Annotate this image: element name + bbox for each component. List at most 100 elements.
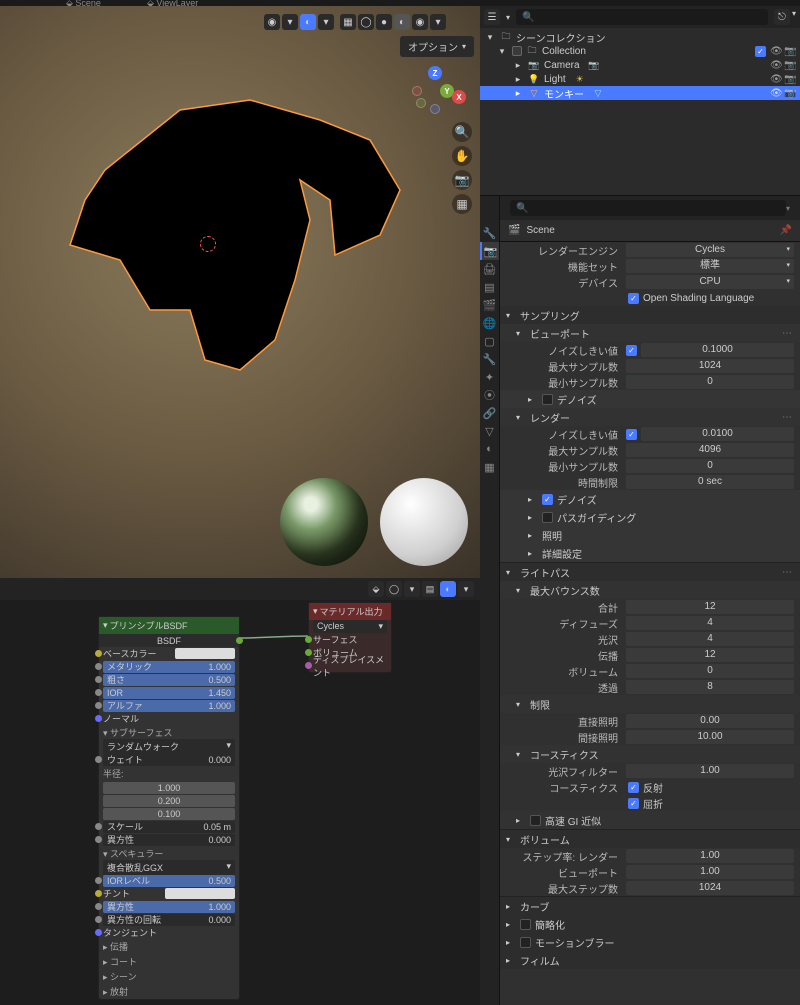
lighting-panel[interactable]: ▸照明	[500, 526, 800, 544]
extra-coat[interactable]: ▸ コート	[99, 954, 239, 969]
roughness-input[interactable]: 粗さ0.500	[99, 673, 239, 686]
total-bounces[interactable]: 12	[626, 600, 794, 614]
device-select[interactable]: CPU	[626, 275, 794, 289]
max-samples-value[interactable]: 1024	[626, 359, 794, 373]
normal-input[interactable]: ノーマル	[99, 712, 239, 725]
volumes-panel[interactable]: ▾ボリューム	[500, 830, 800, 848]
render-max-samples[interactable]: 4096	[626, 443, 794, 457]
displacement-input[interactable]: ディスプレイスメント	[309, 659, 391, 672]
overlay-drop-icon[interactable]: ▾	[318, 14, 334, 30]
pin-icon[interactable]: ⬙	[368, 581, 384, 597]
viewport-sampling-panel[interactable]: ▾ビューポート⋯	[500, 324, 800, 342]
base-color-input[interactable]: ベースカラー	[99, 647, 239, 660]
render-icon[interactable]: 📷	[784, 46, 794, 56]
ior-input[interactable]: IOR1.450	[99, 686, 239, 699]
bsdf-output-socket[interactable]: BSDF	[99, 634, 239, 647]
scale-input[interactable]: スケール0.05 m	[99, 820, 239, 833]
reflective-check[interactable]: ✓	[628, 782, 639, 793]
filter-glossy[interactable]: 1.00	[626, 764, 794, 778]
tab-physics-icon[interactable]: ⦿	[480, 386, 499, 404]
volume-bounces[interactable]: 0	[626, 664, 794, 678]
node-editor[interactable]: ⬙ ◯ ▾ ▤ ◐ ▾ ▾ プリンシプルBSDF BSDF ベースカラー メタリ…	[0, 578, 480, 1005]
noise-threshold-check[interactable]: ✓	[626, 345, 637, 356]
feature-set-select[interactable]: 標準	[626, 259, 794, 273]
eye-icon[interactable]: 👁	[770, 88, 780, 98]
tab-tool-icon[interactable]: 🔧	[480, 224, 499, 242]
anisotropic-rot-input[interactable]: 異方性の回転0.000	[99, 913, 239, 926]
max-bounces-panel[interactable]: ▾最大バウンス数	[500, 581, 800, 599]
target-select[interactable]: Cycles▾	[309, 620, 391, 633]
radius-g[interactable]: 0.200	[99, 794, 239, 807]
node-out-title[interactable]: ▾ マテリアル出力	[309, 603, 391, 620]
render-noise-value[interactable]: 0.0100	[641, 427, 794, 441]
pin-icon[interactable]: 📌	[780, 225, 792, 236]
tab-modifier-icon[interactable]: 🔧	[480, 350, 499, 368]
specular-section[interactable]: ▾ スペキュラー	[99, 846, 239, 861]
backdrop-icon[interactable]: ◐	[440, 581, 456, 597]
render-icon[interactable]: 📷	[784, 88, 794, 98]
node-title[interactable]: ▾ プリンシプルBSDF	[99, 617, 239, 634]
rendered-shading-icon[interactable]: ◉	[412, 14, 428, 30]
ior-level-input[interactable]: IORレベル0.500	[99, 874, 239, 887]
axis-z-icon[interactable]: Z	[428, 66, 442, 80]
shading-drop-icon[interactable]: ▾	[430, 14, 446, 30]
render-denoise-check[interactable]: ✓	[542, 494, 553, 505]
render-engine-select[interactable]: Cycles	[626, 243, 794, 257]
glossy-bounces[interactable]: 4	[626, 632, 794, 646]
outliner-item-monkey[interactable]: ▸▽モンキー▽ 👁📷	[480, 86, 800, 100]
tab-scene-icon[interactable]: 🎬	[480, 296, 499, 314]
outliner-item-light[interactable]: ▸💡Light☀ 👁📷	[480, 72, 800, 86]
tab-output-icon[interactable]: 🖨	[480, 260, 499, 278]
axis-neg-x-icon[interactable]	[412, 86, 422, 96]
visibility-icon[interactable]: ◉	[264, 14, 280, 30]
gizmo-icon[interactable]: ▾	[282, 14, 298, 30]
tab-material-icon[interactable]: ◐	[480, 440, 499, 458]
render-min-samples[interactable]: 0	[626, 459, 794, 473]
fast-gi-check[interactable]	[530, 815, 541, 826]
viewport-denoise-panel[interactable]: ▸ デノイズ	[500, 390, 800, 408]
radius-b[interactable]: 0.100	[99, 807, 239, 820]
curves-panel[interactable]: ▸カーブ	[500, 897, 800, 915]
weight-input[interactable]: ウェイト0.000	[99, 753, 239, 766]
viewport-denoise-check[interactable]	[542, 394, 553, 405]
render-icon[interactable]: 📷	[784, 60, 794, 70]
nav-gizmo[interactable]: Z Y X	[410, 66, 460, 116]
tab-texture-icon[interactable]: ▦	[480, 458, 499, 476]
motion-blur-check[interactable]	[520, 937, 531, 948]
tab-particle-icon[interactable]: ✦	[480, 368, 499, 386]
xray-icon[interactable]: ▦	[340, 14, 356, 30]
direct-clamp[interactable]: 0.00	[626, 714, 794, 728]
radius-r[interactable]: 1.000	[99, 781, 239, 794]
pan-icon[interactable]: ✋	[452, 146, 472, 166]
axis-neg-y-icon[interactable]	[416, 98, 426, 108]
outliner-item-camera[interactable]: ▸📷Camera📷 👁📷	[480, 58, 800, 72]
tab-world-icon[interactable]: 🌐	[480, 314, 499, 332]
render-sampling-panel[interactable]: ▾レンダー⋯	[500, 408, 800, 426]
backdrop-drop-icon[interactable]: ▾	[458, 581, 474, 597]
tangent-input[interactable]: タンジェント	[99, 926, 239, 939]
alpha-input[interactable]: アルファ1.000	[99, 699, 239, 712]
motion-blur-panel[interactable]: ▸ モーションブラー	[500, 933, 800, 951]
path-guiding-check[interactable]	[542, 512, 553, 523]
diffuse-bounces[interactable]: 4	[626, 616, 794, 630]
tint-input[interactable]: チント	[99, 887, 239, 900]
properties-search-input[interactable]: 🔍	[510, 200, 786, 216]
tab-render-icon[interactable]: 📷	[480, 242, 499, 260]
solid-shading-icon[interactable]: ●	[376, 14, 392, 30]
camera-view-icon[interactable]: 📷	[452, 170, 472, 190]
anisotropy1-input[interactable]: 異方性0.000	[99, 833, 239, 846]
render-icon[interactable]: 📷	[784, 74, 794, 84]
outliner[interactable]: ☰ ▾ 🔍 ⎋ ▾ ▾🗀シーンコレクション ▾🗀Collection ✓👁📷 ▸…	[480, 6, 800, 196]
perspective-icon[interactable]: ▦	[452, 194, 472, 214]
transparent-bounces[interactable]: 8	[626, 680, 794, 694]
viewport-options-button[interactable]: オプション	[400, 36, 474, 57]
eye-icon[interactable]: 👁	[770, 46, 780, 56]
collection-row[interactable]: ▾🗀Collection ✓👁📷	[480, 44, 800, 58]
step-rate[interactable]: 1.00	[626, 849, 794, 863]
wire-shading-icon[interactable]: ◯	[358, 14, 374, 30]
render-denoise-panel[interactable]: ▸✓ デノイズ	[500, 490, 800, 508]
tab-data-icon[interactable]: ▽	[480, 422, 499, 440]
tab-object-icon[interactable]: ▢	[480, 332, 499, 350]
fast-gi-panel[interactable]: ▸ 高速 GI 近似	[500, 811, 800, 829]
max-steps[interactable]: 1024	[626, 881, 794, 895]
